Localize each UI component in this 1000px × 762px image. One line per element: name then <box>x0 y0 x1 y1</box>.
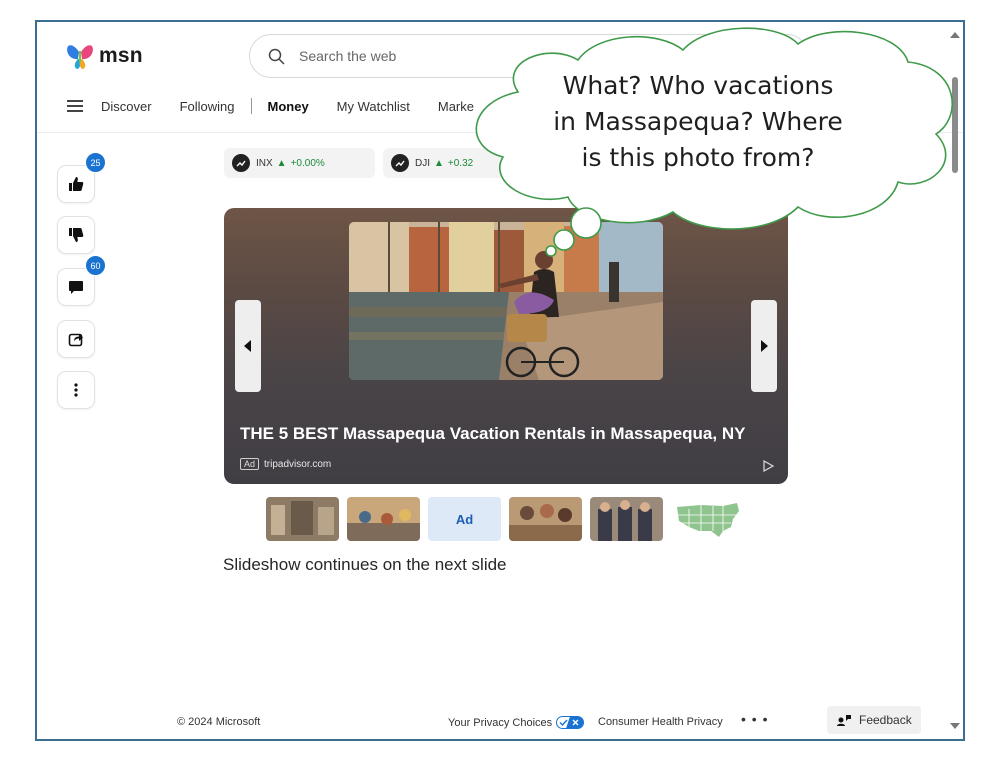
nav-item-money[interactable]: Money <box>268 99 309 114</box>
thumbnail-ad[interactable]: Ad <box>428 497 501 541</box>
thumbs-up-icon <box>69 177 84 191</box>
annotation-line-1: What? Who vacations <box>562 71 834 100</box>
brand-name: msn <box>99 44 143 67</box>
chevron-right-icon <box>761 340 768 352</box>
thumbnail-4[interactable] <box>509 497 582 541</box>
thumbnail-5[interactable] <box>590 497 663 541</box>
market-icon <box>232 154 250 172</box>
feedback-label: Feedback <box>859 713 912 727</box>
consumer-health-privacy-link[interactable]: Consumer Health Privacy <box>598 716 723 728</box>
hamburger-menu-icon[interactable] <box>67 100 83 112</box>
ad-choices-icon[interactable] <box>762 460 774 472</box>
comment-count-badge: 60 <box>85 255 106 276</box>
slide-source[interactable]: Ad tripadvisor.com <box>240 458 331 470</box>
ad-label: Ad <box>240 458 260 470</box>
next-slide-button[interactable] <box>751 300 777 392</box>
comments-button[interactable]: 60 <box>57 255 106 306</box>
annotation-line-3: is this photo from? <box>581 143 815 172</box>
chevron-left-icon <box>244 340 251 352</box>
top-nav: Discover Following Money My Watchlist Ma… <box>67 98 502 114</box>
footer: © 2024 Microsoft Your Privacy Choices Co… <box>37 706 963 739</box>
footer-more-button[interactable]: • • • <box>741 711 768 727</box>
search-icon <box>268 48 285 65</box>
source-domain: tripadvisor.com <box>264 458 332 470</box>
dislike-button[interactable] <box>57 216 95 254</box>
privacy-choices-label: Your Privacy Choices <box>448 716 553 729</box>
nav-item-my-watchlist[interactable]: My Watchlist <box>337 99 410 114</box>
market-icon <box>391 154 409 172</box>
comment-icon <box>69 281 83 294</box>
feedback-icon <box>837 715 851 726</box>
thumbs-down-icon <box>69 228 84 242</box>
up-arrow-icon: ▲ <box>276 157 287 169</box>
thumbnail-6-map[interactable] <box>671 497 744 541</box>
share-icon <box>68 333 83 347</box>
feedback-button[interactable]: Feedback <box>827 706 921 734</box>
ticker-inx[interactable]: INX ▲ +0.00% <box>224 148 375 178</box>
copyright: © 2024 Microsoft <box>177 716 261 728</box>
annotation-line-2: in Massapequa? Where <box>553 107 843 136</box>
privacy-choices-link[interactable]: Your Privacy Choices <box>448 716 585 729</box>
msn-butterfly-icon <box>67 45 93 69</box>
ticker-symbol: INX <box>256 157 273 169</box>
privacy-toggle-icon <box>556 716 585 729</box>
annotation-text: What? Who vacations in Massapequa? Where… <box>533 68 863 176</box>
slide-title[interactable]: THE 5 BEST Massapequa Vacation Rentals i… <box>240 424 745 444</box>
like-button[interactable]: 25 <box>57 152 106 203</box>
ticker-change: +0.00% <box>290 157 325 169</box>
nav-item-discover[interactable]: Discover <box>101 99 152 114</box>
up-arrow-icon: ▲ <box>434 157 444 169</box>
scroll-down-arrow-icon[interactable] <box>950 723 960 729</box>
previous-slide-button[interactable] <box>235 300 261 392</box>
slideshow-continues-text: Slideshow continues on the next slide <box>223 555 507 574</box>
slide-thumbnails: Ad <box>266 497 744 541</box>
nav-item-following[interactable]: Following <box>180 99 235 114</box>
like-count-badge: 25 <box>85 152 106 173</box>
nav-separator <box>250 98 252 114</box>
thumbnail-2[interactable] <box>347 497 420 541</box>
more-options-button[interactable] <box>57 371 95 409</box>
thumbnail-1[interactable] <box>266 497 339 541</box>
ticker-symbol: DJI <box>415 157 430 169</box>
more-vertical-icon <box>74 383 78 397</box>
share-button[interactable] <box>57 320 95 358</box>
msn-logo[interactable]: msn <box>65 42 143 70</box>
